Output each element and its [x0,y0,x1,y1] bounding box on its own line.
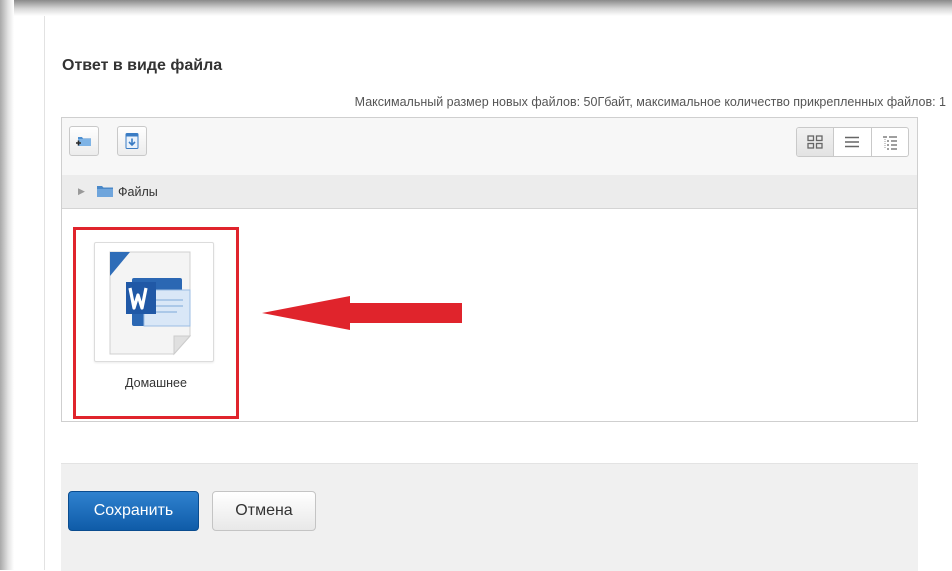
window-shadow-top [0,0,952,16]
tree-view-icon [882,136,897,150]
breadcrumb: ▶ Файлы [62,175,917,209]
download-button[interactable] [117,126,147,156]
folder-plus-icon [76,137,91,146]
view-list-button[interactable] [833,128,870,156]
create-folder-button[interactable] [69,126,99,156]
annotation-arrow [262,296,462,330]
form-footer: Сохранить Отмена [61,463,918,571]
save-button[interactable]: Сохранить [68,491,199,531]
file-item-highlighted[interactable]: Домашнее [73,227,239,419]
section-title: Ответ в виде файла [62,57,223,74]
grid-view-icon [807,135,823,149]
file-picker: ▶ Файлы Домашнее [61,117,918,422]
expand-triangle-icon[interactable]: ▶ [78,186,85,197]
folder-icon [97,186,113,197]
list-view-icon [845,136,860,148]
file-name-label[interactable]: Домашнее [76,376,236,390]
file-thumbnail[interactable] [94,242,214,362]
download-icon [125,133,139,149]
file-picker-toolbar [62,118,917,176]
view-tree-button[interactable] [870,128,908,156]
window-shadow-left [0,0,14,570]
word-document-icon [109,251,192,356]
view-icons-button[interactable] [797,128,834,156]
view-mode-switcher [796,127,909,157]
cancel-button[interactable]: Отмена [212,491,316,531]
breadcrumb-files-label[interactable]: Файлы [118,185,158,199]
upload-limits-text: Максимальный размер новых файлов: 50Гбай… [354,95,946,109]
